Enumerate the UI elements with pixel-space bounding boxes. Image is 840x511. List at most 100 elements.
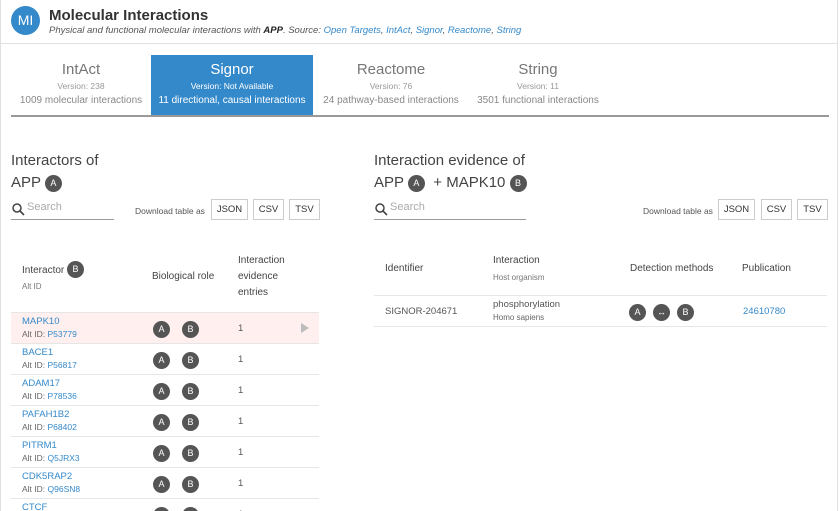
interactor-name-link[interactable]: MAPK10 (22, 316, 60, 327)
interactor-name-link[interactable]: ADAM17 (22, 378, 60, 389)
biological-roles: AB (153, 413, 211, 431)
col-detection-methods[interactable]: Detection methods (630, 261, 713, 277)
play-arrow-icon[interactable] (301, 323, 309, 333)
role-badge-b-icon: B (182, 321, 199, 338)
download-json-button[interactable]: JSON (718, 199, 755, 220)
alt-id-link[interactable]: Q5JRX3 (48, 453, 80, 463)
alt-id: Alt ID: P53779 (22, 329, 77, 339)
source-tabs: IntAct Version: 238 1009 molecular inter… (11, 55, 829, 117)
host-organism: Homo sapiens (493, 313, 545, 322)
biological-roles: AB (153, 351, 211, 369)
col-evidence-entries[interactable]: Interaction evidence entries (238, 253, 285, 301)
bidirectional-arrow-icon: ↔ (653, 304, 670, 321)
tab-signor[interactable]: Signor Version: Not Available 11 directi… (151, 55, 313, 115)
evidence-count: 1 (238, 416, 244, 427)
alt-id-prefix: Alt ID: (22, 360, 48, 370)
interactor-row[interactable]: MAPK10 Alt ID: P53779 A B 1 (11, 313, 319, 344)
evidence-search-input[interactable] (390, 201, 470, 213)
interactors-search[interactable] (11, 200, 114, 220)
role-badge-a-icon: A (153, 383, 170, 400)
role-badge-b-icon: B (182, 383, 199, 400)
biological-roles: AB (153, 506, 211, 511)
alt-id-link[interactable]: P56817 (48, 360, 77, 370)
alt-id-prefix: Alt ID: (22, 391, 48, 401)
interactor-row[interactable]: BACE1 Alt ID: P56817 A B 1 (11, 344, 319, 375)
alt-id-link[interactable]: Q96SN8 (48, 484, 81, 494)
search-icon (12, 203, 25, 216)
role-badge-b-icon: B (182, 445, 199, 462)
section-subtitle: Physical and functional molecular intera… (49, 25, 522, 36)
col-interactor-label: Interactor (22, 265, 65, 276)
download-csv-button[interactable]: CSV (761, 199, 792, 220)
source-link-signor[interactable]: Signor (416, 25, 443, 36)
evidence-count: 1 (238, 385, 244, 396)
col-identifier[interactable]: Identifier (385, 261, 423, 277)
badge-b-icon: B (67, 261, 85, 278)
alt-id-link[interactable]: P68402 (48, 422, 77, 432)
subtitle-target: APP (263, 25, 283, 36)
source-link-open-targets[interactable]: Open Targets (324, 25, 381, 36)
role-badge-b-icon: B (182, 507, 199, 511)
download-tsv-button[interactable]: TSV (289, 199, 320, 220)
role-badge-b-icon: B (182, 476, 199, 493)
source-link-intact[interactable]: IntAct (386, 25, 410, 36)
interactor-name-link[interactable]: PAFAH1B2 (22, 409, 69, 420)
interactor-name-link[interactable]: PITRM1 (22, 440, 57, 451)
role-badge-a-icon: A (153, 352, 170, 369)
col-alt-id-label: Alt ID (22, 282, 42, 291)
tab-version: Version: 11 (517, 81, 559, 91)
tab-name: IntAct (61, 61, 101, 78)
evidence-search[interactable] (374, 200, 526, 220)
interactor-row[interactable]: PITRM1 Alt ID: Q5JRX3 A B 1 (11, 437, 319, 468)
interactor-row[interactable]: CDK5RAP2 Alt ID: Q96SN8 A B 1 (11, 468, 319, 499)
interactor-row[interactable]: PAFAH1B2 Alt ID: P68402 A B 1 (11, 406, 319, 437)
interactor-name-link[interactable]: CTCF (22, 502, 47, 511)
alt-id: Alt ID: Q5JRX3 (22, 453, 80, 463)
alt-id-prefix: Alt ID: (22, 484, 48, 494)
interactors-heading: Interactors of APP A (11, 150, 99, 194)
role-badge-a-icon: A (153, 414, 170, 431)
alt-id-link[interactable]: P78536 (48, 391, 77, 401)
download-json-button[interactable]: JSON (211, 199, 248, 220)
publication-link[interactable]: 24610780 (743, 306, 785, 317)
biological-roles: AB (153, 320, 211, 338)
alt-id-link[interactable]: P53779 (48, 329, 77, 339)
alt-id: Alt ID: Q96SN8 (22, 484, 80, 494)
col-biological-role[interactable]: Biological role (152, 269, 214, 285)
alt-id: Alt ID: P68402 (22, 422, 77, 432)
interactor-name-link[interactable]: CDK5RAP2 (22, 471, 72, 482)
badge-b-icon: B (509, 175, 527, 192)
interactor-row[interactable]: CTCFAB1 (11, 499, 319, 511)
evidence-row: SIGNOR-204671 phosphorylation Homo sapie… (374, 296, 827, 327)
role-badge-a-icon: A (153, 321, 170, 338)
interactor-row[interactable]: ADAM17 Alt ID: P78536 A B 1 (11, 375, 319, 406)
alt-id: Alt ID: P56817 (22, 360, 77, 370)
evidence-count: 1 (238, 323, 244, 334)
col-host-label: Host organism (493, 273, 545, 282)
interactors-search-input[interactable] (27, 201, 107, 213)
col-interaction-label: Interaction (493, 255, 540, 266)
tab-name: Reactome (356, 61, 426, 78)
partner-name: + MAPK10 (433, 174, 506, 191)
source-link-reactome[interactable]: Reactome (448, 25, 491, 36)
badge-a-icon: A (407, 175, 425, 192)
col-publication[interactable]: Publication (742, 261, 791, 277)
source-link-string[interactable]: String (497, 25, 522, 36)
interactor-name-link[interactable]: BACE1 (22, 347, 53, 358)
download-csv-button[interactable]: CSV (253, 199, 284, 220)
download-tsv-button[interactable]: TSV (797, 199, 828, 220)
col-interaction[interactable]: Interaction Host organism (493, 253, 545, 286)
col-interactor[interactable]: Interactor B Alt ID (22, 261, 85, 295)
col-evidence-line: Interaction (238, 255, 285, 266)
tab-reactome[interactable]: Reactome Version: 76 24 pathway-based in… (313, 55, 469, 115)
search-icon (375, 203, 388, 216)
tab-string[interactable]: String Version: 11 3501 functional inter… (469, 55, 607, 115)
tab-count: 3501 functional interactions (477, 95, 599, 106)
tab-version: Version: Not Available (190, 81, 274, 91)
tab-name: String (518, 61, 558, 78)
tab-count: 11 directional, causal interactions (158, 95, 306, 106)
tab-intact[interactable]: IntAct Version: 238 1009 molecular inter… (11, 55, 151, 115)
tab-version: Version: 76 (369, 81, 413, 91)
section-avatar: MI (11, 6, 40, 35)
alt-id-prefix: Alt ID: (22, 453, 48, 463)
